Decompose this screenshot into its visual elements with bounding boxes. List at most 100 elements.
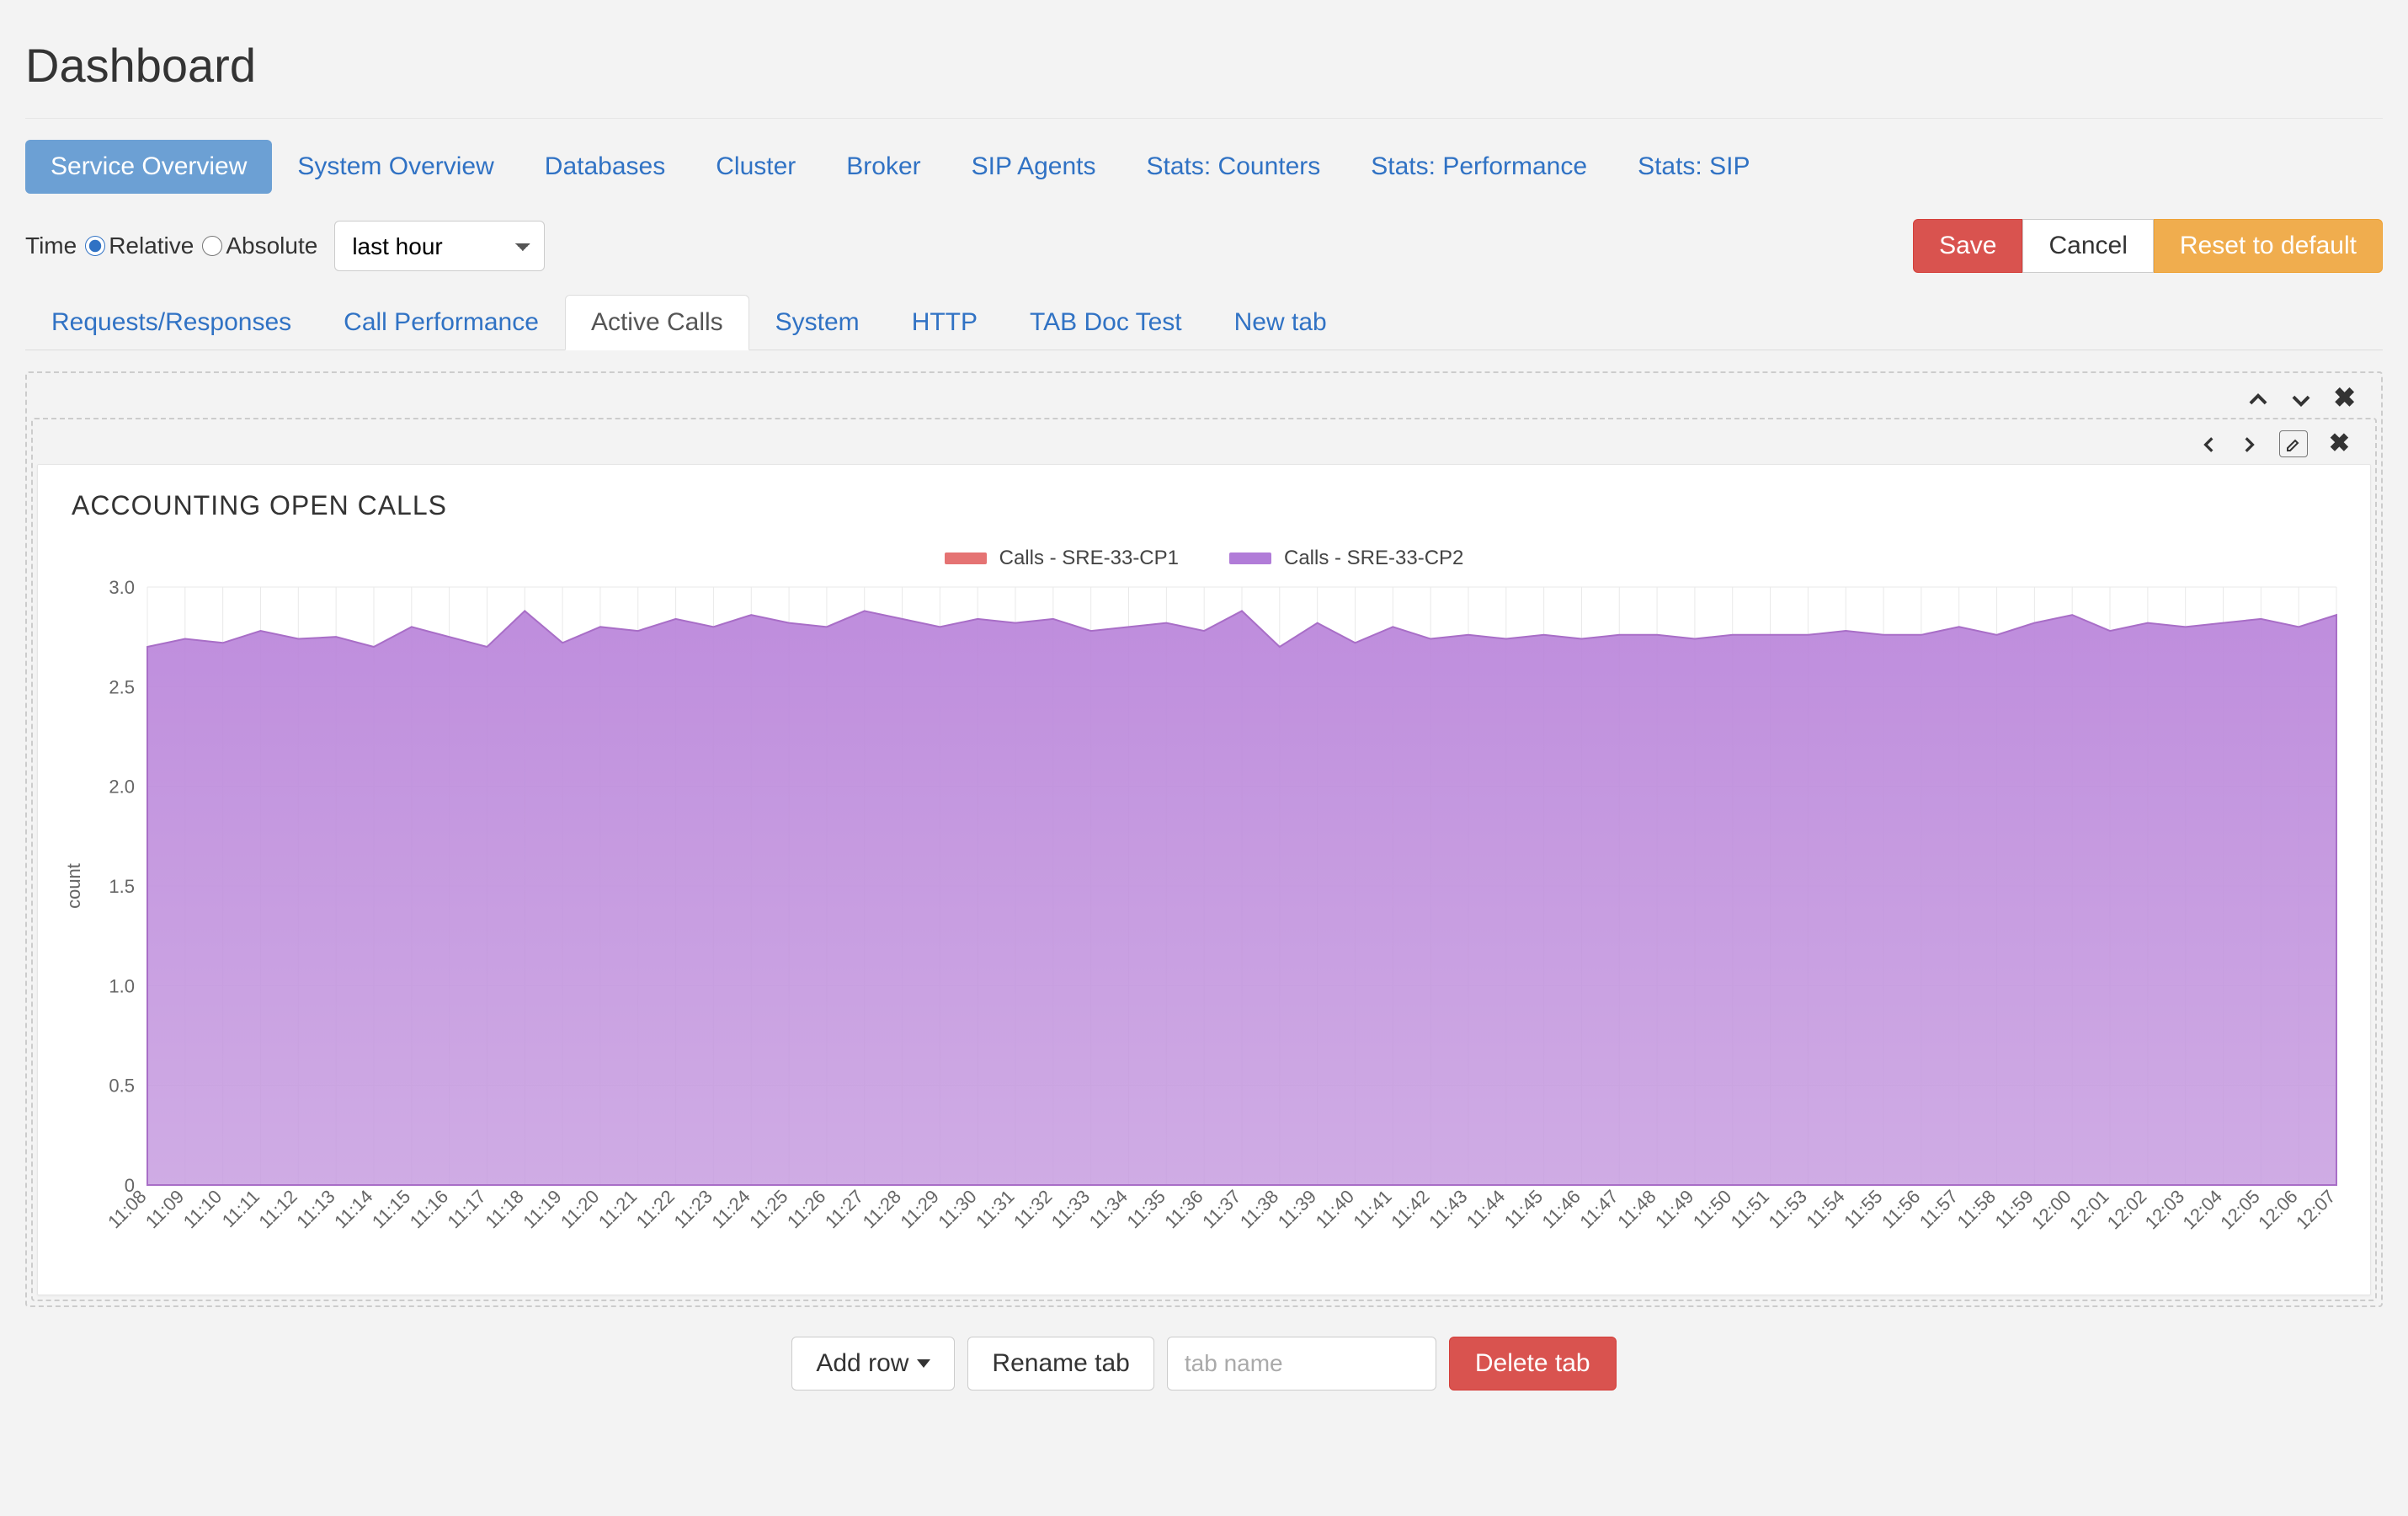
top-tab-sip-agents[interactable]: SIP Agents <box>946 140 1121 194</box>
panel-prev-icon[interactable] <box>2200 431 2219 456</box>
svg-text:count: count <box>63 863 84 909</box>
svg-text:11:15: 11:15 <box>368 1186 414 1232</box>
top-tab-service-overview[interactable]: Service Overview <box>25 140 272 194</box>
chart-title: ACCOUNTING OPEN CALLS <box>55 490 2353 547</box>
svg-text:1.0: 1.0 <box>109 975 135 996</box>
sub-tab-system[interactable]: System <box>749 295 886 350</box>
row-collapse-up-icon[interactable] <box>2247 384 2269 411</box>
svg-text:11:28: 11:28 <box>859 1186 905 1232</box>
svg-text:0.5: 0.5 <box>109 1076 135 1097</box>
svg-text:11:17: 11:17 <box>444 1186 490 1232</box>
sub-tabs: Requests/ResponsesCall PerformanceActive… <box>25 294 2383 350</box>
svg-text:11:38: 11:38 <box>1236 1186 1282 1232</box>
svg-text:11:25: 11:25 <box>745 1186 791 1232</box>
sub-tab-call-performance[interactable]: Call Performance <box>317 295 565 350</box>
time-label: Time <box>25 232 77 259</box>
page-title: Dashboard <box>25 25 2383 119</box>
cancel-button[interactable]: Cancel <box>2022 219 2153 273</box>
legend-swatch <box>945 552 987 564</box>
panel-close-icon[interactable]: ✖ <box>2329 431 2350 456</box>
svg-text:11:42: 11:42 <box>1387 1186 1433 1232</box>
chart-svg: 00.51.01.52.02.53.0count11:0811:0911:101… <box>55 579 2353 1252</box>
sub-tab-tab-doc-test[interactable]: TAB Doc Test <box>1004 295 1208 350</box>
legend-label: Calls - SRE-33-CP2 <box>1284 547 1463 570</box>
svg-text:11:43: 11:43 <box>1425 1186 1471 1232</box>
bottom-toolbar: Add row Rename tab Delete tab <box>25 1307 2383 1391</box>
svg-text:11:32: 11:32 <box>1010 1186 1056 1232</box>
svg-text:11:36: 11:36 <box>1160 1186 1207 1232</box>
top-tab-broker[interactable]: Broker <box>821 140 946 194</box>
svg-text:11:35: 11:35 <box>1122 1186 1169 1232</box>
reset-button[interactable]: Reset to default <box>2154 219 2383 273</box>
svg-text:12:03: 12:03 <box>2141 1186 2189 1234</box>
save-button[interactable]: Save <box>1913 219 2022 273</box>
top-tab-stats-performance[interactable]: Stats: Performance <box>1345 140 1612 194</box>
legend-item[interactable]: Calls - SRE-33-CP2 <box>1229 547 1463 570</box>
svg-text:11:27: 11:27 <box>821 1186 867 1232</box>
svg-text:2.0: 2.0 <box>109 777 135 798</box>
svg-text:11:09: 11:09 <box>141 1186 188 1232</box>
svg-text:11:37: 11:37 <box>1198 1186 1244 1232</box>
svg-text:11:13: 11:13 <box>292 1186 338 1232</box>
svg-text:11:24: 11:24 <box>707 1186 754 1232</box>
svg-text:11:22: 11:22 <box>632 1186 679 1232</box>
chart-legend: Calls - SRE-33-CP1 Calls - SRE-33-CP2 <box>55 547 2353 570</box>
svg-text:11:40: 11:40 <box>1312 1186 1358 1232</box>
svg-text:11:34: 11:34 <box>1085 1186 1132 1232</box>
svg-text:11:23: 11:23 <box>669 1186 716 1232</box>
svg-text:11:41: 11:41 <box>1349 1186 1395 1232</box>
svg-text:12:07: 12:07 <box>2292 1186 2340 1234</box>
svg-text:11:12: 11:12 <box>254 1186 301 1232</box>
panel-next-icon[interactable] <box>2240 431 2258 456</box>
svg-text:11:26: 11:26 <box>783 1186 829 1232</box>
svg-text:11:16: 11:16 <box>406 1186 452 1232</box>
svg-text:2.5: 2.5 <box>109 676 135 697</box>
svg-text:11:58: 11:58 <box>1953 1186 2000 1232</box>
sub-tab-requests-responses[interactable]: Requests/Responses <box>25 295 317 350</box>
sub-tab-http[interactable]: HTTP <box>886 295 1004 350</box>
sub-tab-new-tab[interactable]: New tab <box>1208 295 1353 350</box>
top-tab-stats-counters[interactable]: Stats: Counters <box>1121 140 1346 194</box>
delete-tab-button[interactable]: Delete tab <box>1449 1337 1617 1391</box>
top-tab-stats-sip[interactable]: Stats: SIP <box>1612 140 1775 194</box>
top-tab-cluster[interactable]: Cluster <box>690 140 821 194</box>
rename-tab-button[interactable]: Rename tab <box>967 1337 1153 1391</box>
time-range-select[interactable]: last hour <box>334 221 545 271</box>
tab-name-input[interactable] <box>1167 1337 1436 1391</box>
svg-text:12:01: 12:01 <box>2065 1186 2113 1234</box>
svg-text:11:20: 11:20 <box>557 1186 603 1232</box>
legend-label: Calls - SRE-33-CP1 <box>999 547 1179 570</box>
svg-text:12:00: 12:00 <box>2027 1186 2075 1234</box>
row-controls: ✖ <box>31 377 2377 418</box>
time-absolute-label: Absolute <box>226 232 317 259</box>
svg-text:11:55: 11:55 <box>1840 1186 1886 1232</box>
top-tab-system-overview[interactable]: System Overview <box>272 140 519 194</box>
svg-text:11:53: 11:53 <box>1764 1186 1810 1232</box>
svg-text:11:49: 11:49 <box>1651 1186 1697 1232</box>
svg-text:11:46: 11:46 <box>1538 1186 1585 1232</box>
svg-text:12:02: 12:02 <box>2103 1186 2151 1234</box>
top-tab-databases[interactable]: Databases <box>519 140 690 194</box>
svg-text:11:29: 11:29 <box>896 1186 942 1232</box>
chart-area: 00.51.01.52.02.53.0count11:0811:0911:101… <box>55 579 2353 1278</box>
add-row-button[interactable]: Add row <box>791 1337 955 1391</box>
svg-text:11:51: 11:51 <box>1727 1186 1773 1232</box>
svg-text:11:59: 11:59 <box>1990 1186 2037 1232</box>
time-relative-radio[interactable]: Relative <box>85 232 194 259</box>
panel-edit-icon[interactable] <box>2279 430 2308 457</box>
sub-tab-active-calls[interactable]: Active Calls <box>565 295 749 350</box>
svg-text:11:11: 11:11 <box>218 1186 264 1231</box>
row-close-icon[interactable]: ✖ <box>2333 384 2356 411</box>
svg-text:11:18: 11:18 <box>481 1186 527 1232</box>
svg-text:11:14: 11:14 <box>330 1186 376 1232</box>
svg-text:11:30: 11:30 <box>934 1186 980 1232</box>
chart-panel: ACCOUNTING OPEN CALLS Calls - SRE-33-CP1… <box>37 464 2371 1295</box>
legend-item[interactable]: Calls - SRE-33-CP1 <box>945 547 1179 570</box>
svg-text:11:57: 11:57 <box>1915 1186 1962 1232</box>
row-expand-down-icon[interactable] <box>2290 384 2312 411</box>
svg-text:11:45: 11:45 <box>1500 1186 1547 1232</box>
svg-text:11:47: 11:47 <box>1575 1186 1622 1232</box>
time-absolute-radio[interactable]: Absolute <box>202 232 317 259</box>
time-row: Time Relative Absolute last hour Save Ca… <box>25 219 2383 273</box>
svg-text:11:19: 11:19 <box>519 1186 565 1232</box>
